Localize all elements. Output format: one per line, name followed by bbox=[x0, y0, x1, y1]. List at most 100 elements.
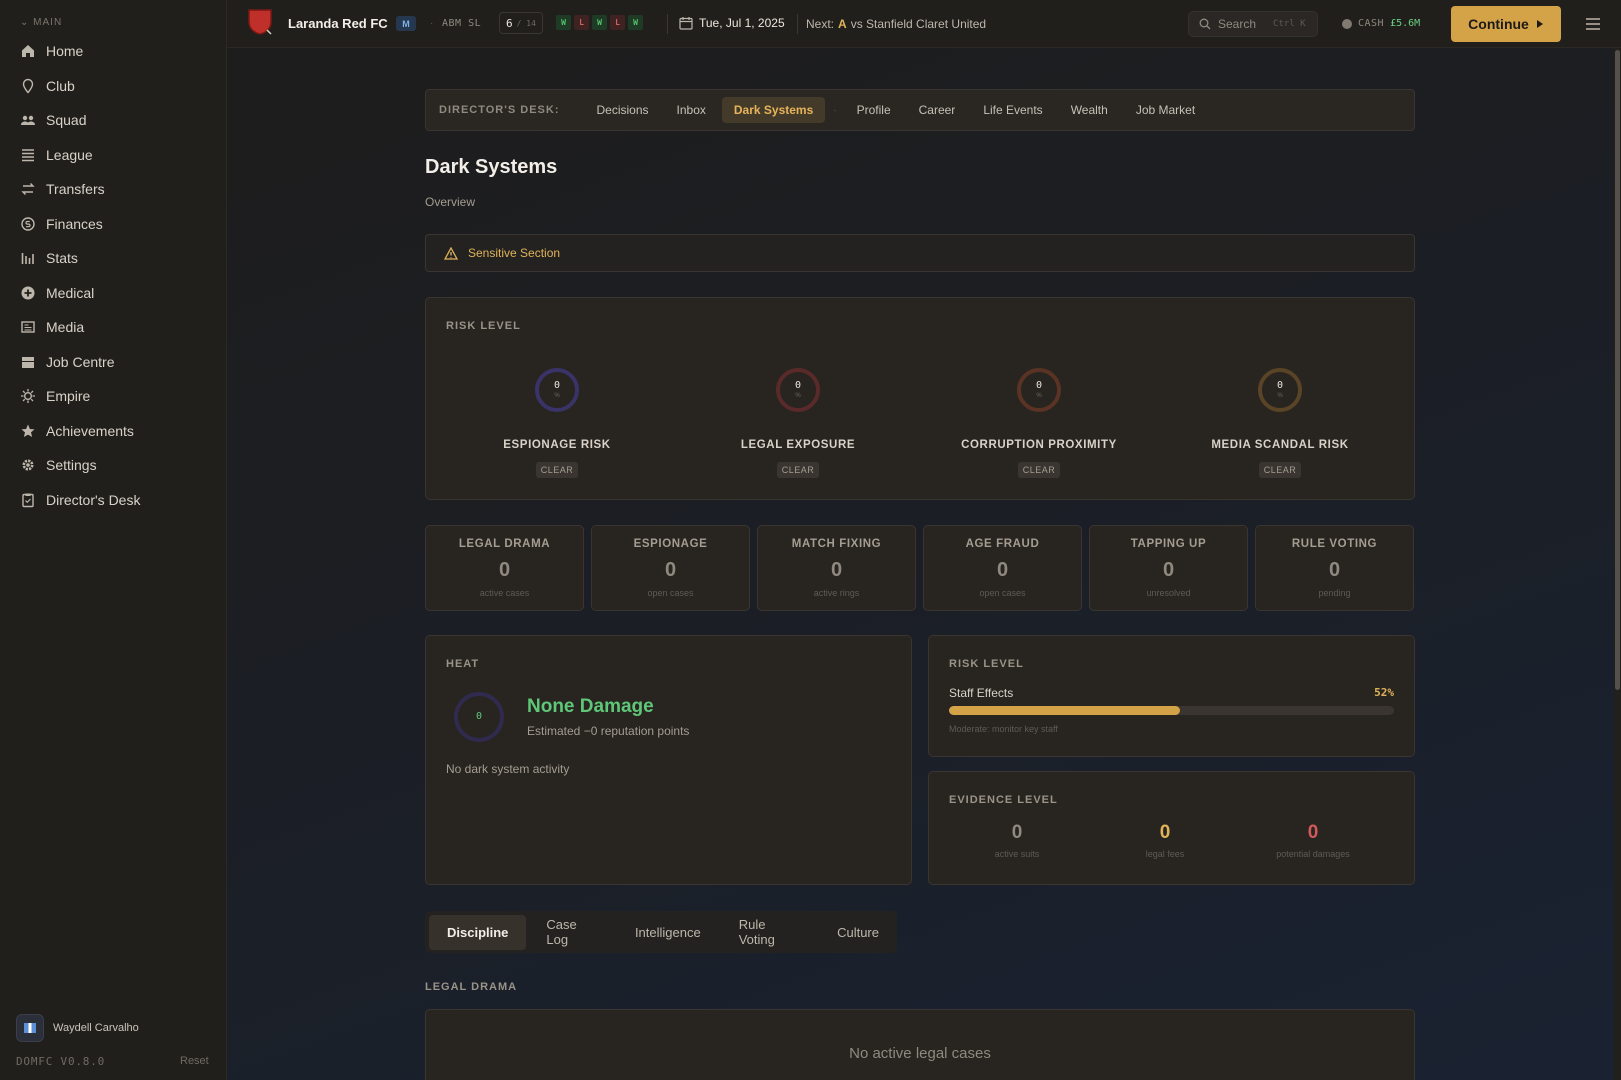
continue-button[interactable]: Continue bbox=[1451, 6, 1561, 42]
briefcase-icon bbox=[20, 354, 36, 370]
tab-culture[interactable]: Culture bbox=[819, 915, 897, 950]
sidebar-item-empire[interactable]: Empire bbox=[0, 379, 227, 414]
heat-subtitle: Estimated −0 reputation points bbox=[527, 724, 690, 738]
evidence-item-legal-fees: 0 legal fees bbox=[1105, 822, 1225, 859]
legal-drama-heading: LEGAL DRAMA bbox=[425, 981, 518, 993]
cash-display: CASH £5.6M bbox=[1342, 18, 1420, 29]
gauge-unit: % bbox=[1036, 393, 1042, 399]
sidebar-item-transfers[interactable]: Transfers bbox=[0, 172, 227, 207]
coin-icon bbox=[20, 216, 36, 232]
position-total: / 14 bbox=[516, 18, 536, 28]
form-result: W bbox=[556, 15, 571, 30]
next-match[interactable]: Next: Avs Stanfield Claret United bbox=[806, 17, 986, 31]
tab-intelligence[interactable]: Intelligence bbox=[617, 915, 719, 950]
staff-effects-percent: 52% bbox=[1374, 686, 1394, 699]
page-title: Dark Systems bbox=[425, 156, 558, 178]
tab-job-market[interactable]: Job Market bbox=[1124, 97, 1207, 123]
club-name[interactable]: Laranda Red FC bbox=[288, 16, 388, 31]
gauge-value: 0 bbox=[1035, 380, 1043, 391]
user-profile[interactable]: Waydell Carvalho bbox=[16, 1014, 139, 1042]
sidebar-item-league[interactable]: League bbox=[0, 138, 227, 173]
sidebar-item-directors-desk[interactable]: Director's Desk bbox=[0, 483, 227, 518]
sidebar-item-label: Stats bbox=[46, 250, 78, 267]
clipboard-icon bbox=[20, 492, 36, 508]
section-tabs: Discipline Case Log Intelligence Rule Vo… bbox=[425, 911, 897, 953]
stat-card-rule-voting[interactable]: RULE VOTING 0 pending bbox=[1255, 525, 1414, 611]
evidence-label: active suits bbox=[994, 849, 1040, 859]
heat-value: 0 bbox=[475, 711, 483, 722]
evidence-item-active-suits: 0 active suits bbox=[957, 822, 1077, 859]
sensitive-alert-text: Sensitive Section bbox=[468, 246, 561, 260]
sidebar-item-label: Media bbox=[46, 319, 85, 336]
sidebar-item-stats[interactable]: Stats bbox=[0, 241, 227, 276]
position-value: 6 bbox=[506, 16, 513, 30]
warning-icon bbox=[444, 246, 458, 260]
gauge-label: ESPIONAGE RISK bbox=[503, 439, 611, 451]
gauge-unit: % bbox=[795, 393, 801, 399]
page-subtitle: Overview bbox=[425, 195, 476, 209]
legal-cases-card: No active legal cases bbox=[425, 1009, 1415, 1080]
sidebar-section-title[interactable]: ⌄ MAIN bbox=[20, 17, 62, 28]
separator-dot: · bbox=[430, 18, 434, 29]
divider bbox=[797, 14, 798, 34]
next-label: Next: bbox=[806, 17, 835, 31]
sidebar-item-label: Transfers bbox=[46, 181, 105, 198]
stat-label: LEGAL DRAMA bbox=[458, 538, 551, 550]
current-date: Tue, Jul 1, 2025 bbox=[679, 16, 785, 30]
sidebar-item-home[interactable]: Home bbox=[0, 34, 227, 69]
cash-label: CASH bbox=[1358, 18, 1385, 29]
evidence-label: legal fees bbox=[1145, 849, 1185, 859]
stat-card-legal-drama[interactable]: LEGAL DRAMA 0 active cases bbox=[425, 525, 584, 611]
tab-discipline[interactable]: Discipline bbox=[429, 914, 527, 950]
calendar-icon bbox=[679, 17, 693, 30]
sidebar-item-label: Settings bbox=[46, 457, 97, 474]
form-guide: W L W L W bbox=[556, 15, 643, 30]
evidence-value: 0 bbox=[1011, 822, 1023, 843]
search-input[interactable]: Search Ctrl K bbox=[1188, 11, 1318, 37]
list-icon bbox=[20, 147, 36, 163]
staff-effects-note: Moderate: monitor key staff bbox=[949, 724, 1058, 734]
stat-card-match-fixing[interactable]: MATCH FIXING 0 active rings bbox=[757, 525, 916, 611]
swap-icon bbox=[20, 181, 36, 197]
tab-life-events[interactable]: Life Events bbox=[971, 97, 1054, 123]
medical-plus-icon bbox=[20, 285, 36, 301]
stat-value: 0 bbox=[1162, 559, 1175, 581]
tab-case-log[interactable]: Case Log bbox=[528, 907, 615, 957]
sidebar-item-finances[interactable]: Finances bbox=[0, 207, 227, 242]
tab-profile[interactable]: Profile bbox=[845, 97, 903, 123]
desk-nav-title: DIRECTOR'S DESK: bbox=[439, 104, 560, 116]
tab-wealth[interactable]: Wealth bbox=[1059, 97, 1120, 123]
stat-card-age-fraud[interactable]: AGE FRAUD 0 open cases bbox=[923, 525, 1082, 611]
sidebar-item-job-centre[interactable]: Job Centre bbox=[0, 345, 227, 380]
heat-title: None Damage bbox=[527, 696, 654, 717]
tab-rule-voting[interactable]: Rule Voting bbox=[721, 907, 817, 957]
sidebar-item-label: Medical bbox=[46, 284, 95, 301]
stat-card-tapping-up[interactable]: TAPPING UP 0 unresolved bbox=[1089, 525, 1248, 611]
reset-button[interactable]: Reset bbox=[180, 1055, 209, 1067]
sidebar-item-squad[interactable]: Squad bbox=[0, 103, 227, 138]
sidebar-item-settings[interactable]: Settings bbox=[0, 448, 227, 483]
hamburger-menu-icon[interactable] bbox=[1584, 15, 1602, 33]
sidebar-item-achievements[interactable]: Achievements bbox=[0, 414, 227, 449]
sidebar-item-label: Finances bbox=[46, 215, 103, 232]
stat-label: MATCH FIXING bbox=[791, 538, 882, 550]
tab-inbox[interactable]: Inbox bbox=[665, 97, 718, 123]
tab-career[interactable]: Career bbox=[907, 97, 968, 123]
stat-value: 0 bbox=[1328, 559, 1341, 581]
sidebar-item-medical[interactable]: Medical bbox=[0, 276, 227, 311]
evidence-value: 0 bbox=[1159, 822, 1171, 843]
home-icon bbox=[20, 43, 36, 59]
stat-card-espionage[interactable]: ESPIONAGE 0 open cases bbox=[591, 525, 750, 611]
date-text: Tue, Jul 1, 2025 bbox=[699, 16, 785, 30]
staff-effects-label: Staff Effects bbox=[949, 686, 1014, 700]
scrollbar-thumb[interactable] bbox=[1615, 50, 1620, 690]
sidebar-item-media[interactable]: Media bbox=[0, 310, 227, 345]
coin-icon bbox=[1342, 18, 1352, 29]
sidebar-item-club[interactable]: Club bbox=[0, 69, 227, 104]
tab-decisions[interactable]: Decisions bbox=[584, 97, 660, 123]
sun-icon bbox=[20, 388, 36, 404]
star-icon bbox=[20, 423, 36, 439]
separator-dot: · bbox=[833, 104, 837, 116]
form-result: L bbox=[574, 15, 589, 30]
tab-dark-systems[interactable]: Dark Systems bbox=[721, 97, 826, 123]
